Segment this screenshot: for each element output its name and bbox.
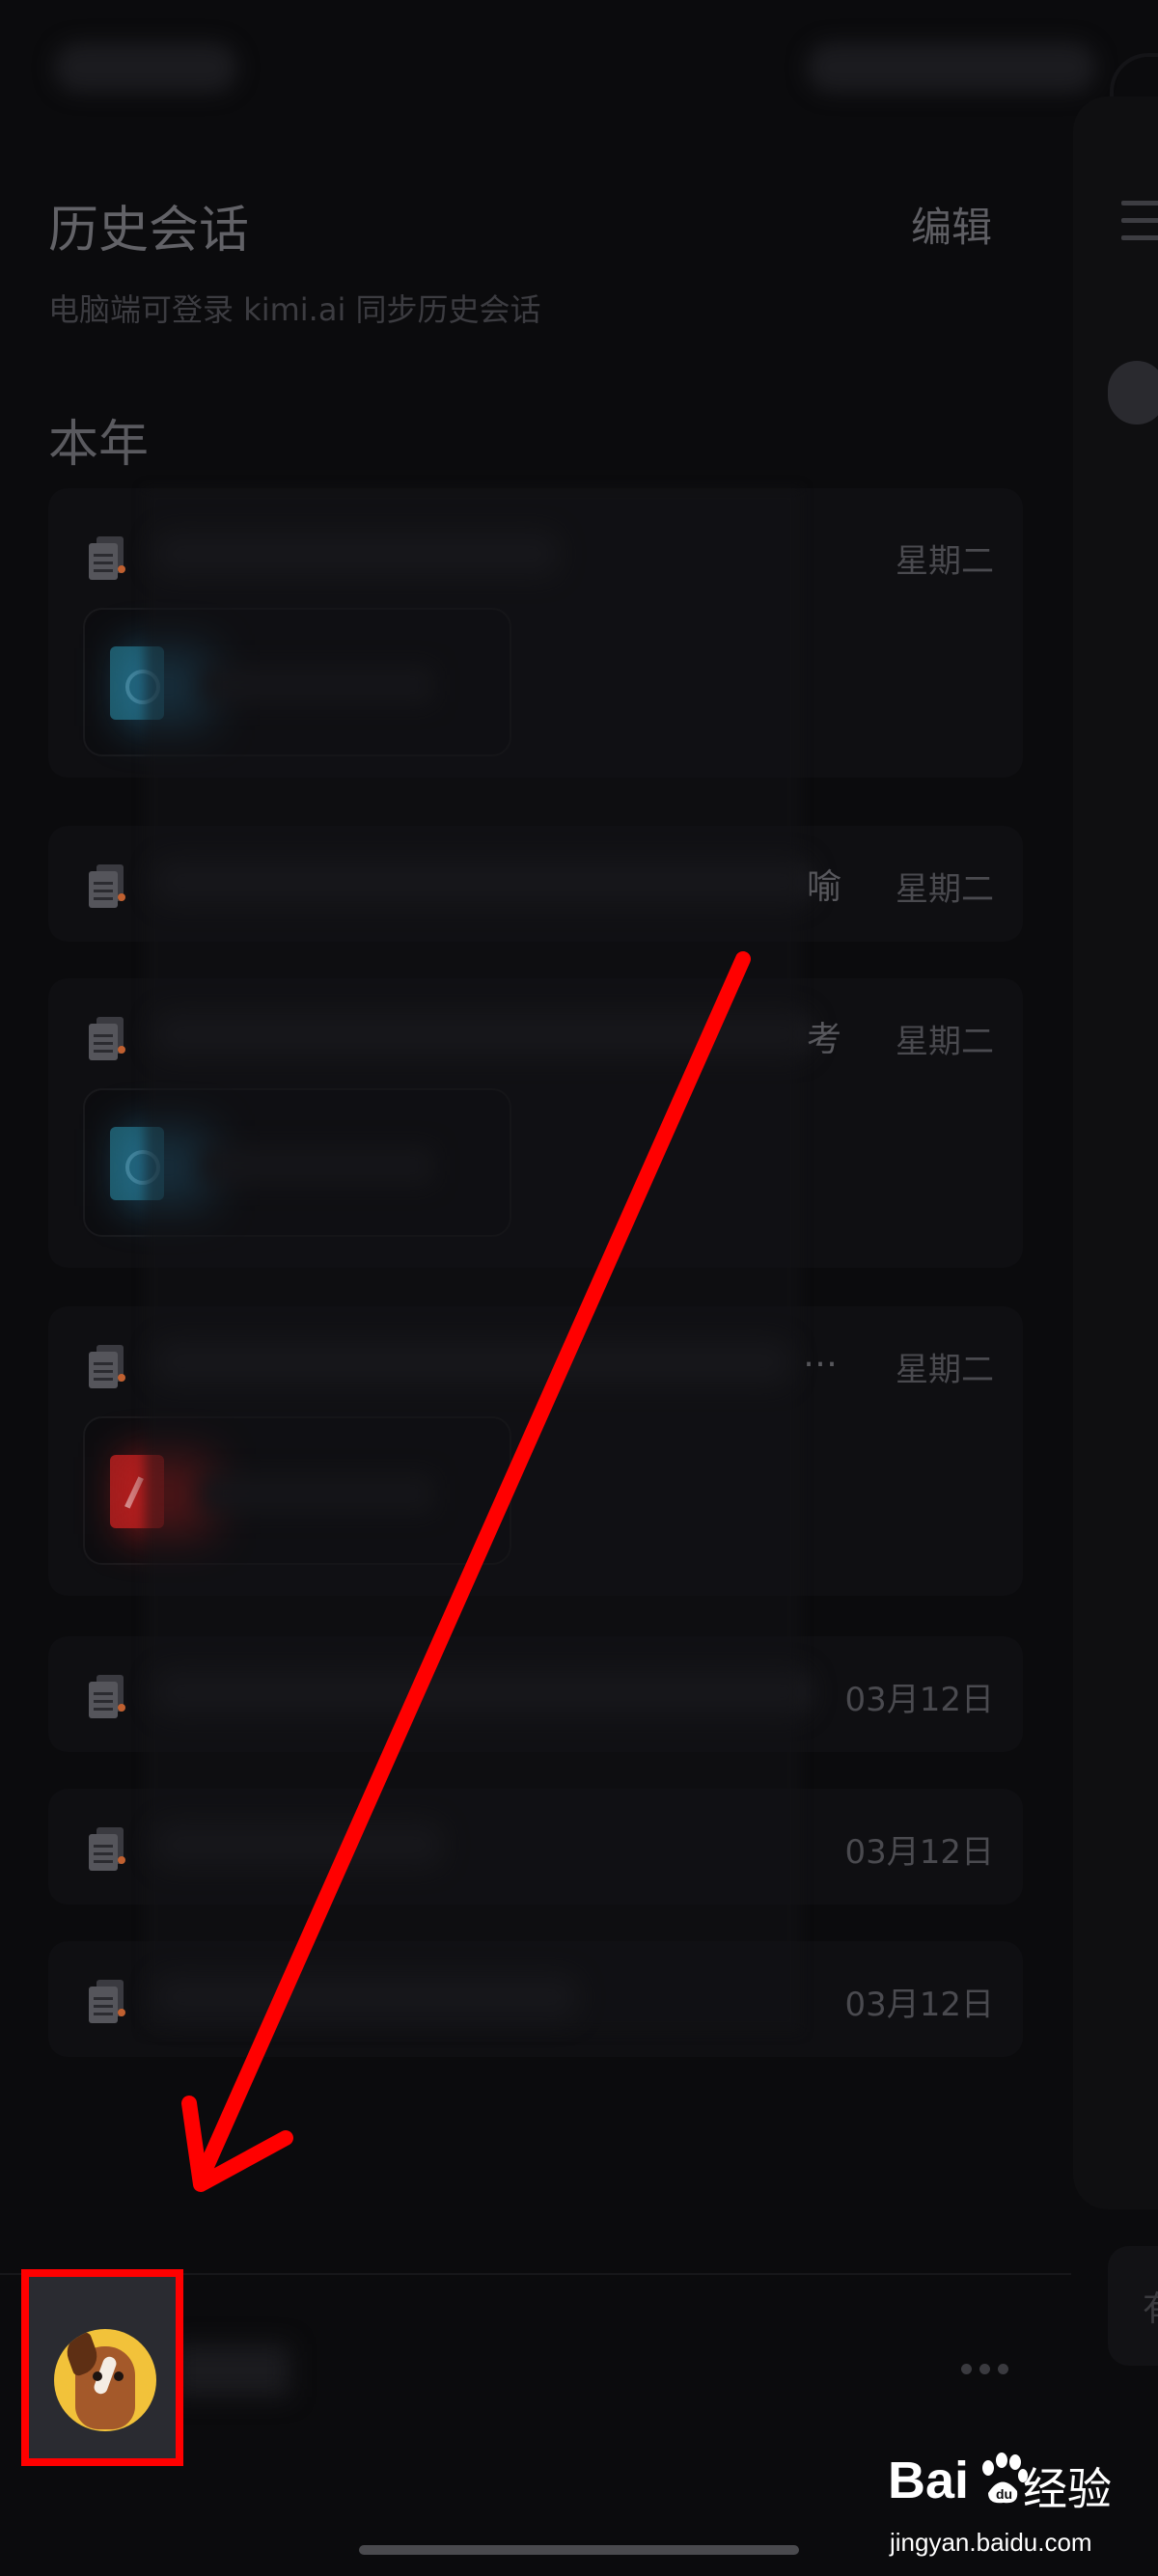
svg-text:du: du (996, 2486, 1012, 2502)
watermark-url: jingyan.baidu.com (890, 2528, 1092, 2557)
home-indicator[interactable] (359, 2545, 799, 2555)
baidu-jingyan-watermark: Bai du 经验 jingyan.baidu.com (888, 2451, 1119, 2566)
watermark-brand-cn: 经验 (1023, 2463, 1112, 2515)
annotation-arrow (181, 951, 751, 2192)
watermark-brand: Bai (888, 2452, 970, 2509)
